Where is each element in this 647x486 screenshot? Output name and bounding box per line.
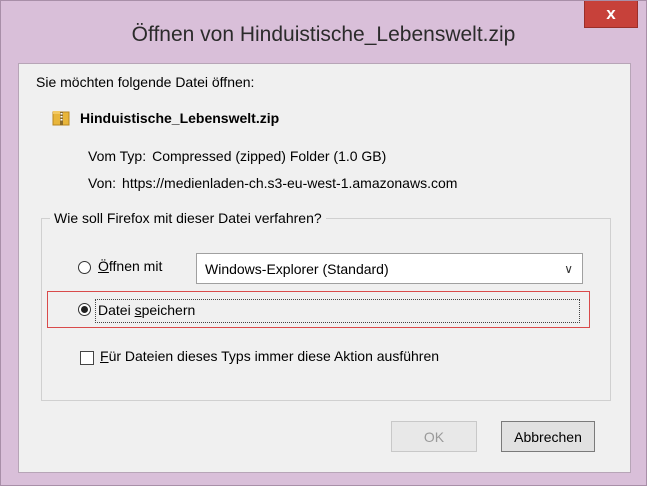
open-with-label-rest: ffnen mit [108, 258, 163, 274]
always-do-label[interactable]: Für Dateien dieses Typs immer diese Akti… [100, 348, 439, 364]
type-label: Vom Typ: [88, 148, 147, 164]
window-title: Öffnen von Hinduistische_Lebenswelt.zip [131, 23, 516, 46]
dialog-window: Öffnen von Hinduistische_Lebenswelt.zip … [0, 0, 647, 486]
ok-button[interactable]: OK [391, 421, 477, 452]
type-value: Compressed (zipped) Folder (1.0 GB) [152, 148, 387, 164]
action-groupbox: Wie soll Firefox mit dieser Datei verfah… [41, 210, 611, 401]
always-do-checkbox[interactable] [80, 351, 94, 365]
open-with-label[interactable]: Öffnen mit [98, 258, 162, 274]
close-icon: x [606, 4, 616, 23]
file-row: Hinduistische_Lebenswelt.zip [52, 109, 279, 127]
from-value: https://medienladen-ch.s3-eu-west-1.amaz… [122, 175, 458, 191]
application-select-value: Windows-Explorer (Standard) [205, 261, 389, 277]
always-do-access-key: F [100, 348, 109, 364]
file-type-row: Vom Typ: Compressed (zipped) Folder (1.0 … [88, 148, 386, 164]
application-select[interactable]: Windows-Explorer (Standard) ∨ [196, 253, 583, 284]
chevron-down-icon[interactable]: ∨ [564, 262, 573, 276]
close-button[interactable]: x [584, 1, 638, 28]
from-label: Von: [88, 175, 117, 191]
title-bar[interactable]: Öffnen von Hinduistische_Lebenswelt.zip … [1, 1, 646, 63]
cancel-button[interactable]: Abbrechen [501, 421, 595, 452]
save-access-key: s [134, 302, 142, 318]
save-file-radio[interactable] [78, 303, 91, 316]
file-source-row: Von: https://medienladen-ch.s3-eu-west-1.… [88, 175, 457, 191]
intro-text: Sie möchten folgende Datei öffnen: [36, 74, 255, 90]
always-do-label-rest: ür Dateien dieses Typs immer diese Aktio… [108, 348, 440, 364]
open-with-access-key: Ö [98, 258, 109, 274]
action-group-legend: Wie soll Firefox mit dieser Datei verfah… [50, 210, 326, 226]
save-label-after: peichern [141, 302, 196, 318]
zip-folder-icon [52, 111, 70, 126]
open-with-radio[interactable] [78, 261, 91, 274]
save-file-label[interactable]: Datei speichern [95, 299, 580, 323]
dialog-body: Sie möchten folgende Datei öffnen: Hindu… [18, 63, 631, 473]
save-label-before: Datei [98, 302, 135, 318]
file-name: Hinduistische_Lebenswelt.zip [80, 110, 280, 126]
